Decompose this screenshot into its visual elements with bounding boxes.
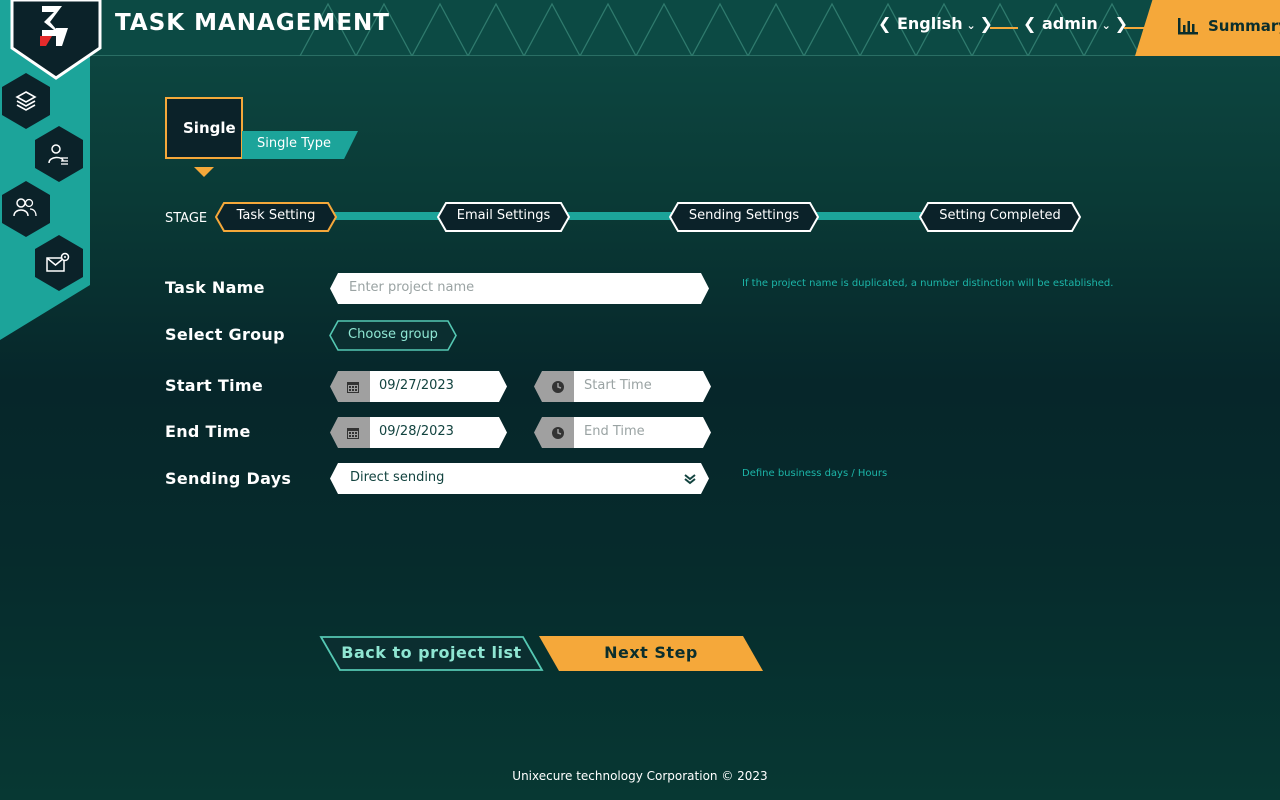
calendar-icon (347, 382, 359, 393)
clock-icon (552, 381, 564, 393)
end-time-label: End Time (165, 422, 251, 441)
language-label: English (896, 14, 963, 33)
sidebar-item-users[interactable] (0, 180, 52, 242)
stage-step-setting-completed[interactable]: Setting Completed (919, 202, 1081, 232)
chevron-down-icon: ⌄ (962, 19, 980, 32)
single-type-label: Single Type (242, 131, 358, 159)
stage-label: STAGE (165, 211, 208, 226)
tab-single[interactable]: Single (165, 97, 243, 159)
back-button-label: Back to project list (341, 643, 522, 662)
bracket-right: ❯ (1114, 14, 1129, 33)
end-time-input[interactable]: End Time (534, 417, 711, 448)
sending-days-value: Direct sending (350, 470, 445, 485)
username-label: admin (1041, 14, 1098, 33)
stage-step-label: Task Setting (236, 208, 316, 223)
summary-button[interactable]: Summary (1135, 0, 1280, 56)
stage-step-label: Setting Completed (939, 208, 1061, 223)
back-to-project-list-button[interactable]: Back to project list (319, 636, 544, 671)
stage-step-label: Email Settings (456, 208, 551, 223)
next-step-button[interactable]: Next Step (539, 636, 763, 671)
sending-days-select[interactable]: Direct sending (330, 463, 709, 494)
sending-days-hint[interactable]: Define business days / Hours (742, 468, 887, 479)
clock-icon (552, 427, 564, 439)
layers-icon (15, 91, 37, 111)
bracket-right: ❯ (979, 14, 993, 33)
next-button-label: Next Step (604, 643, 698, 662)
select-group-label: Select Group (165, 325, 285, 344)
task-name-label: Task Name (165, 278, 265, 297)
app-logo[interactable] (10, 0, 102, 80)
user-list-icon (48, 144, 68, 165)
stage-step-label: Sending Settings (688, 208, 800, 223)
tab-single-label: Single (183, 119, 236, 137)
end-time-placeholder: End Time (584, 424, 645, 439)
start-time-input[interactable]: Start Time (534, 371, 711, 402)
user-menu[interactable]: ❮ admin ⌄ ❯ (1023, 14, 1128, 33)
active-tab-indicator (194, 167, 214, 177)
header-divider (1124, 27, 1146, 29)
summary-label: Summary (1208, 17, 1280, 35)
start-date-value: 09/27/2023 (379, 378, 454, 393)
app-title: TASK MANAGEMENT (115, 10, 390, 36)
language-selector[interactable]: ❮ English ⌄ ❯ (878, 14, 993, 33)
header-divider (990, 27, 1018, 29)
sidebar-item-user-list[interactable] (33, 125, 85, 187)
stage-step-task-setting[interactable]: Task Setting (215, 202, 337, 232)
choose-group-label: Choose group (348, 327, 438, 342)
bracket-left: ❮ (1023, 14, 1042, 33)
bar-chart-icon (1178, 18, 1198, 35)
bracket-left: ❮ (878, 14, 897, 33)
stage-step-email-settings[interactable]: Email Settings (437, 202, 570, 232)
end-date-value: 09/28/2023 (379, 424, 454, 439)
users-icon (13, 198, 37, 217)
top-bar: TASK MANAGEMENT ❮ English ⌄ ❯ ❮ admin ⌄ … (0, 0, 1280, 56)
task-name-placeholder: Enter project name (349, 280, 475, 295)
chevron-down-icon (684, 474, 696, 485)
task-name-hint: If the project name is duplicated, a num… (742, 278, 1114, 289)
task-name-input[interactable]: Enter project name (330, 273, 709, 304)
footer-copyright: Unixecure technology Corporation © 2023 (512, 769, 768, 783)
start-date-input[interactable]: 09/27/2023 (330, 371, 507, 402)
sidebar-item-mail-settings[interactable] (33, 234, 85, 296)
calendar-icon (347, 428, 359, 439)
stage-progress-line (330, 212, 925, 220)
choose-group-button[interactable]: Choose group (329, 320, 457, 351)
sending-days-label: Sending Days (165, 469, 292, 488)
chevron-down-icon: ⌄ (1097, 19, 1115, 32)
stage-step-sending-settings[interactable]: Sending Settings (669, 202, 819, 232)
start-time-placeholder: Start Time (584, 378, 652, 393)
start-time-label: Start Time (165, 376, 263, 395)
end-date-input[interactable]: 09/28/2023 (330, 417, 507, 448)
mail-settings-icon (46, 252, 70, 272)
